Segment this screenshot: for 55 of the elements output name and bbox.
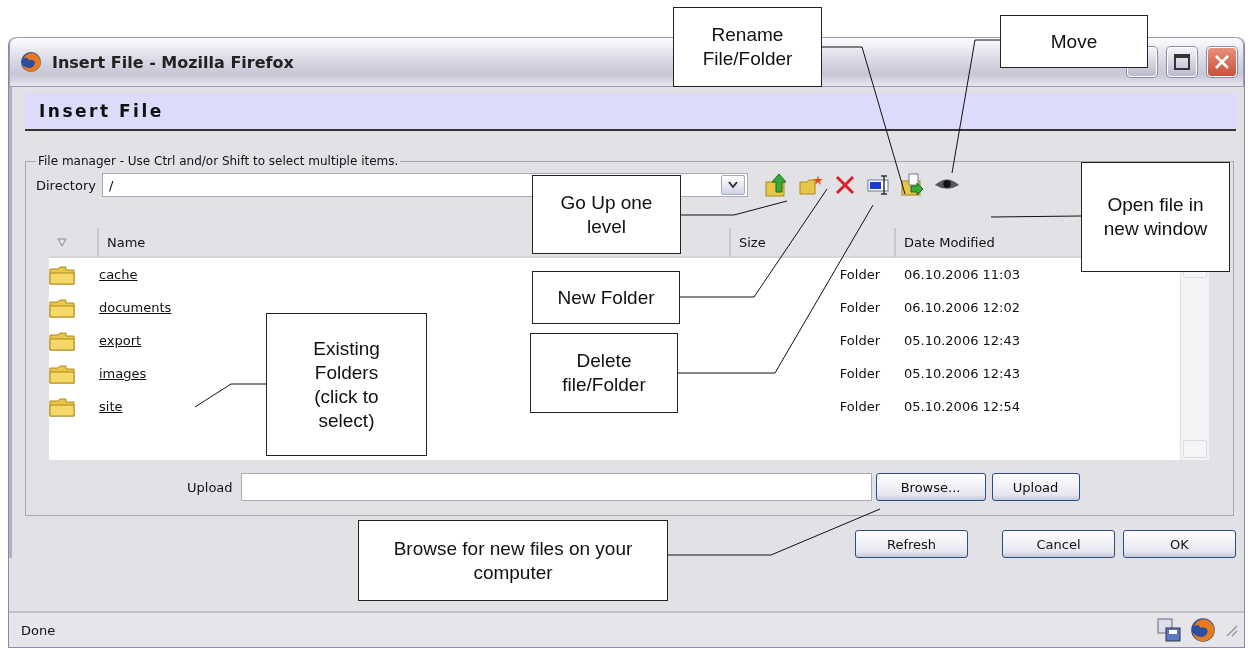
folder-link[interactable]: export — [99, 333, 142, 348]
directory-label: Directory — [36, 177, 96, 193]
annotation-callout-tooltip: Browse for new files on your computer — [358, 520, 668, 601]
dialog-button[interactable]: Cancel — [1002, 530, 1115, 558]
date-cell-text: 06.10.2006 11:03 — [903, 267, 1022, 282]
annotation-callout-tooltip: Rename File/Folder — [673, 7, 822, 87]
status-text: Done — [21, 622, 57, 638]
date-cell-text: 05.10.2006 12:43 — [903, 366, 1022, 381]
folder-link[interactable]: images — [99, 366, 147, 381]
folder-icon — [49, 264, 75, 285]
upload-label: Upload — [187, 479, 233, 495]
size-cell-text: Folder — [839, 267, 881, 282]
dialog-button[interactable]: OK — [1123, 530, 1236, 558]
folder-icon — [49, 297, 75, 318]
rename-icon[interactable] — [866, 174, 891, 196]
close-icon — [1214, 54, 1230, 70]
column-header[interactable]: Size — [731, 228, 896, 258]
folder-icon — [49, 330, 75, 351]
firefox-logo-icon — [20, 51, 42, 73]
save-page-icon — [1156, 617, 1182, 643]
maximize-icon — [1174, 54, 1190, 70]
annotation-callout-tooltip: Open file in new window — [1081, 162, 1230, 272]
size-cell-text: Folder — [839, 300, 881, 315]
dialog-title: Insert File — [39, 101, 164, 121]
new-folder-icon[interactable] — [798, 174, 823, 196]
sort-triangle-icon — [57, 237, 67, 247]
firefox-logo-icon — [1190, 617, 1216, 643]
annotation-callout-tooltip: Move — [1000, 15, 1148, 68]
group-legend: File manager - Use Ctrl and/or Shift to select multiple items. — [36, 154, 401, 168]
annotation-callout-tooltip: New Folder — [532, 271, 680, 324]
browse-button[interactable]: Browse... — [875, 473, 986, 501]
move-file-icon[interactable] — [900, 173, 925, 197]
folder-link[interactable]: cache — [99, 267, 138, 282]
folder-up-arrow-icon[interactable] — [764, 172, 789, 198]
dialog-button[interactable]: Refresh — [855, 530, 968, 558]
size-cell-text: Folder — [839, 333, 881, 348]
folder-link[interactable]: site — [99, 399, 123, 414]
size-cell-text: Folder — [839, 399, 881, 414]
maximize-button[interactable] — [1167, 47, 1197, 77]
resize-grip-icon — [1224, 623, 1238, 637]
upload-field[interactable] — [240, 473, 872, 501]
date-cell-text: 05.10.2006 12:54 — [903, 399, 1022, 414]
folder-link[interactable]: documents — [99, 300, 172, 315]
date-cell-text: 05.10.2006 12:43 — [903, 333, 1022, 348]
folder-icon — [49, 363, 75, 384]
annotation-callout-tooltip: Go Up one level — [532, 175, 681, 254]
delete-x-icon[interactable] — [834, 175, 855, 195]
date-cell-text: 06.10.2006 12:02 — [903, 300, 1022, 315]
window-title: Insert File - Mozilla Firefox — [52, 52, 294, 72]
folder-icon — [49, 396, 75, 417]
upload-button[interactable]: Upload — [991, 473, 1080, 501]
size-cell-text: Folder — [839, 366, 881, 381]
close-button[interactable] — [1207, 47, 1237, 77]
annotation-callout-tooltip: Existing Folders (click to select) — [266, 313, 427, 456]
annotation-callout-tooltip: Delete file/Folder — [530, 333, 678, 413]
